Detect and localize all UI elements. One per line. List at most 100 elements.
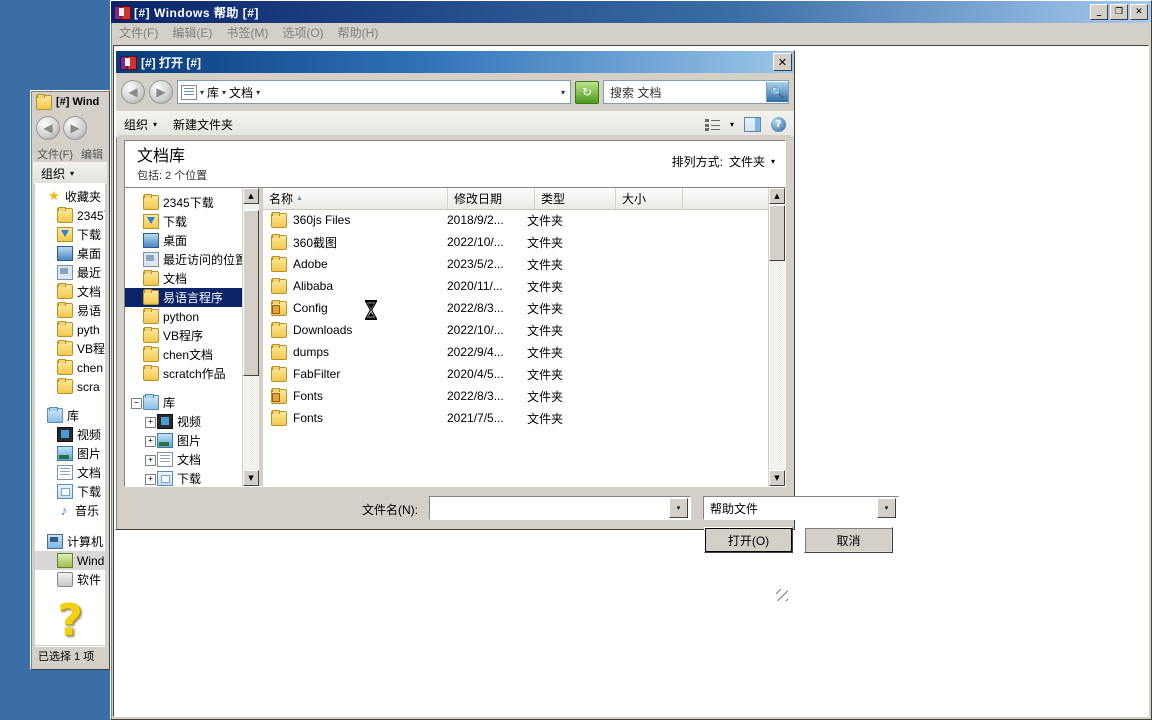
table-row[interactable]: Fonts 2021/7/5... 文件夹	[263, 407, 769, 429]
file-name-cell[interactable]: Adobe	[263, 255, 441, 272]
new-folder-button[interactable]: 新建文件夹	[173, 116, 233, 133]
address-dropdown-icon[interactable]: ▾	[561, 88, 567, 97]
collapse-icon[interactable]: −	[131, 398, 142, 409]
explorer-tree-item[interactable]: 库	[35, 406, 105, 425]
preview-pane-icon[interactable]	[744, 116, 761, 132]
file-name-cell[interactable]: 360js Files	[263, 211, 441, 228]
help-window-titlebar[interactable]: [#] Windows 帮助 [#] _ ❐ ✕	[111, 1, 1151, 23]
column-header-type[interactable]: 类型	[535, 188, 616, 209]
tree-item-library[interactable]: 库	[125, 393, 243, 412]
tree-scrollbar-thumb[interactable]	[243, 210, 259, 376]
explorer-tree-item[interactable]: scra	[35, 377, 105, 396]
file-name-cell[interactable]: FabFilter	[263, 365, 441, 382]
table-row[interactable]: Config 2022/8/3... 文件夹	[263, 297, 769, 319]
organize-button[interactable]: 组织 ▾	[124, 116, 157, 133]
refresh-icon[interactable]: ↻	[575, 80, 599, 104]
tree-scrollbar[interactable]: ▲ ▼	[242, 188, 259, 486]
back-button[interactable]: ◀	[121, 80, 145, 104]
file-list-pane[interactable]: 名称 ▲ 修改日期 类型 大小 360js Files 2018/9/2... …	[263, 188, 785, 486]
tree-item-pictures[interactable]: 图片	[125, 431, 243, 450]
explorer-tree-item[interactable]: 易语	[35, 301, 105, 320]
resize-grip[interactable]	[776, 589, 788, 601]
tree-item-scratch[interactable]: scratch作品	[125, 364, 243, 383]
explorer-tree-item[interactable]: 计算机	[35, 532, 105, 551]
explorer-tree-item[interactable]: 桌面	[35, 244, 105, 263]
explorer-tree-item[interactable]: 最近	[35, 263, 105, 282]
table-row[interactable]: dumps 2022/9/4... 文件夹	[263, 341, 769, 363]
explorer-tree-item[interactable]: ★ 收藏夹	[35, 187, 105, 206]
explorer-tree[interactable]: ★收藏夹 2345下 下载 桌面 最近 文档 易语 pyth VB程 chen …	[35, 183, 105, 597]
explorer-tree-item[interactable]: 文档	[35, 463, 105, 482]
explorer-background-window[interactable]: [#] Wind ◀ ▶ 文件(F) 编辑 组织 ▾ ★ 收藏夹 2345下 下载…	[30, 90, 110, 670]
explorer-tree-item[interactable]: 2345下	[35, 206, 105, 225]
explorer-tree-item[interactable]: 图片	[35, 444, 105, 463]
minimize-button[interactable]: _	[1090, 4, 1108, 20]
menu-item-file[interactable]: 文件(F)	[119, 24, 158, 41]
file-name-cell[interactable]: Fonts	[263, 387, 441, 404]
tree-item-downloads-lib[interactable]: 下载	[125, 469, 243, 486]
sort-by-control[interactable]: 排列方式: 文件夹 ▾	[672, 147, 775, 170]
chevron-down-icon[interactable]: ▾	[730, 120, 734, 129]
explorer-tree-item[interactable]: 软件	[35, 570, 105, 589]
forward-button[interactable]: ▶	[63, 116, 87, 140]
tree-item-video[interactable]: 视频	[125, 412, 243, 431]
table-row[interactable]: Fonts 2022/8/3... 文件夹	[263, 385, 769, 407]
table-row[interactable]: 360js Files 2018/9/2... 文件夹	[263, 209, 769, 231]
explorer-tree-item[interactable]: pyth	[35, 320, 105, 339]
menu-item-bookmark[interactable]: 书签(M)	[226, 24, 268, 41]
navigation-tree-pane[interactable]: 2345下载 下载 桌面 最近访问的位置 文档 易语言程序 python VB程…	[125, 188, 259, 486]
file-name-cell[interactable]: Downloads	[263, 321, 441, 338]
explorer-organize-button[interactable]: 组织 ▾	[33, 162, 107, 185]
view-list-icon[interactable]	[704, 118, 720, 131]
tree-item-python[interactable]: python	[125, 307, 243, 326]
menu-item-options[interactable]: 选项(O)	[282, 24, 323, 41]
close-button[interactable]: ✕	[1130, 4, 1148, 20]
menu-item-help[interactable]: 帮助(H)	[338, 24, 379, 41]
tree-item-vb[interactable]: VB程序	[125, 326, 243, 345]
close-icon[interactable]: ✕	[773, 53, 792, 71]
forward-button[interactable]: ▶	[149, 80, 173, 104]
breadcrumb-documents[interactable]: 文档	[229, 84, 253, 101]
magnifier-icon[interactable]: 🔍	[766, 82, 788, 102]
tree-item-documents-lib[interactable]: 文档	[125, 450, 243, 469]
column-header-date[interactable]: 修改日期	[448, 188, 535, 209]
file-name-cell[interactable]: Config	[263, 299, 441, 316]
tree-item-downloads[interactable]: 下载	[125, 212, 243, 231]
table-row[interactable]: 360截图 2022/10/... 文件夹	[263, 231, 769, 253]
file-list-scrollbar-thumb[interactable]	[769, 205, 785, 261]
explorer-tree-item[interactable]: VB程	[35, 339, 105, 358]
table-row[interactable]: Adobe 2023/5/2... 文件夹	[263, 253, 769, 275]
scroll-down-button[interactable]: ▼	[769, 470, 785, 486]
table-row[interactable]: FabFilter 2020/4/5... 文件夹	[263, 363, 769, 385]
column-header-size[interactable]: 大小	[616, 188, 683, 209]
tree-item-recent-places[interactable]: 最近访问的位置	[125, 250, 243, 269]
expand-icon[interactable]: +	[145, 417, 156, 428]
expand-icon[interactable]: +	[145, 455, 156, 466]
help-circle-icon[interactable]: ?	[771, 116, 786, 132]
tree-item-selected-easylanguage[interactable]: 易语言程序	[125, 288, 243, 307]
tree-item-2345download[interactable]: 2345下载	[125, 193, 243, 212]
file-name-cell[interactable]: Fonts	[263, 409, 441, 426]
tree-item-desktop[interactable]: 桌面	[125, 231, 243, 250]
explorer-tree-item[interactable]: chen	[35, 358, 105, 377]
maximize-button[interactable]: ❐	[1110, 4, 1128, 20]
search-input[interactable]: 搜索 文档 🔍	[603, 80, 789, 104]
open-button[interactable]: 打开(O)	[704, 527, 793, 553]
file-list-scrollbar[interactable]: ▲ ▼	[768, 188, 785, 486]
explorer-menu-file[interactable]: 文件(F)	[37, 146, 73, 162]
filetype-combobox[interactable]: 帮助文件 ▾	[703, 496, 899, 520]
explorer-menu-edit[interactable]: 编辑	[81, 146, 103, 162]
file-name-cell[interactable]: dumps	[263, 343, 441, 360]
filetype-dropdown-button[interactable]: ▾	[877, 498, 896, 518]
scroll-down-button[interactable]: ▼	[243, 470, 259, 486]
explorer-tree-item[interactable]: 下载	[35, 482, 105, 501]
explorer-tree-item[interactable]: 文档	[35, 282, 105, 301]
explorer-tree-item[interactable]: 下载	[35, 225, 105, 244]
expand-icon[interactable]: +	[145, 474, 156, 485]
explorer-tree-item-selected[interactable]: Wind	[35, 551, 105, 570]
address-bar[interactable]: ▾ 库 ▾ 文档 ▾ ▾	[177, 80, 571, 104]
filename-dropdown-button[interactable]: ▾	[669, 498, 688, 518]
back-button[interactable]: ◀	[36, 116, 60, 140]
explorer-titlebar[interactable]: [#] Wind	[33, 93, 107, 111]
explorer-tree-item[interactable]: 视频	[35, 425, 105, 444]
